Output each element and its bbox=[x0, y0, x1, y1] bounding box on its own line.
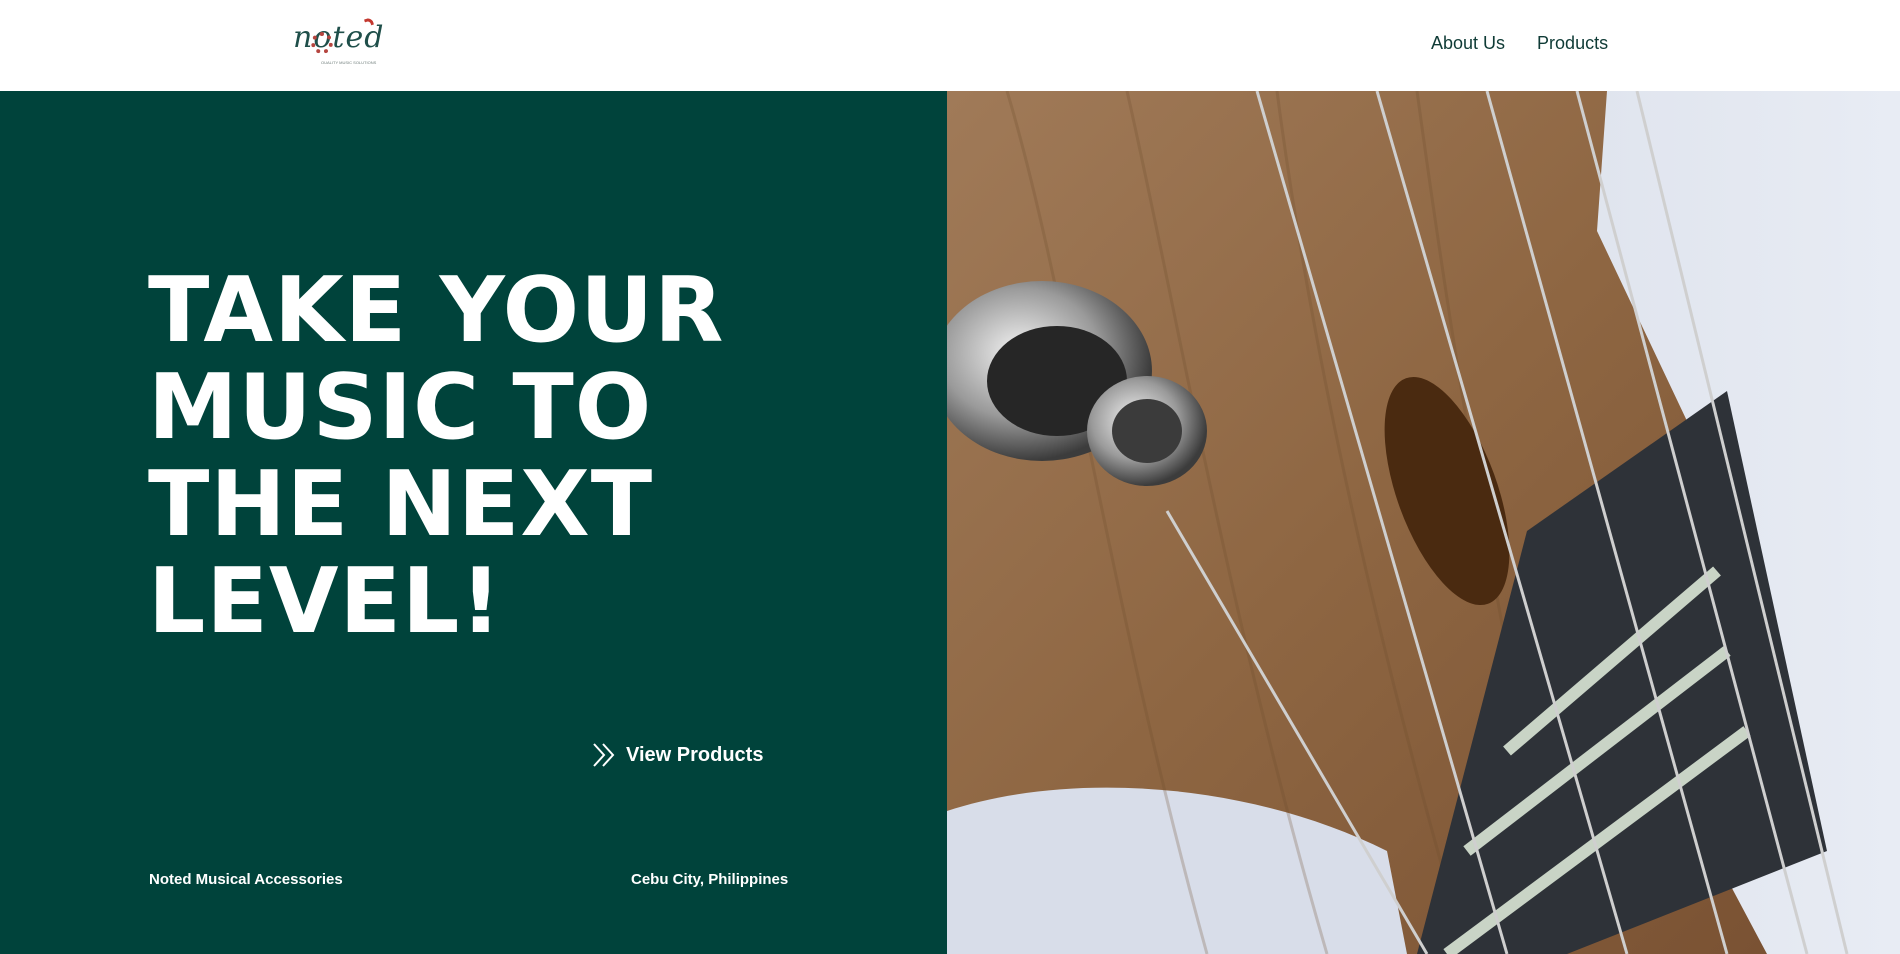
nav-about-us[interactable]: About Us bbox=[1431, 32, 1505, 54]
company-location: Cebu City, Philippines bbox=[631, 871, 789, 888]
view-products-label: View Products bbox=[626, 743, 764, 766]
company-name: Noted Musical Accessories bbox=[149, 871, 343, 888]
view-products-button[interactable]: View Products bbox=[592, 740, 763, 770]
logo-tagline: QUALITY MUSIC SOLUTIONS bbox=[321, 60, 377, 64]
double-chevron-right-icon bbox=[592, 742, 616, 768]
headline-line: TAKE YOUR bbox=[148, 258, 725, 363]
headline-line: LEVEL! bbox=[148, 549, 503, 654]
guitar-headstock-photo bbox=[947, 91, 1900, 954]
nav-products[interactable]: Products bbox=[1537, 32, 1608, 54]
wreath-icon bbox=[311, 32, 333, 54]
headline-line: MUSIC TO bbox=[148, 355, 653, 460]
site-header: noted QUALITY MUSIC SOLUTIONS About Us P… bbox=[0, 0, 1900, 91]
hero-headline: TAKE YOUR MUSIC TO THE NEXT LEVEL! bbox=[148, 258, 725, 654]
main-nav: About Us Products bbox=[1431, 32, 1608, 54]
headline-line: THE NEXT bbox=[148, 452, 654, 557]
brand-logo[interactable]: noted QUALITY MUSIC SOLUTIONS bbox=[293, 16, 383, 70]
